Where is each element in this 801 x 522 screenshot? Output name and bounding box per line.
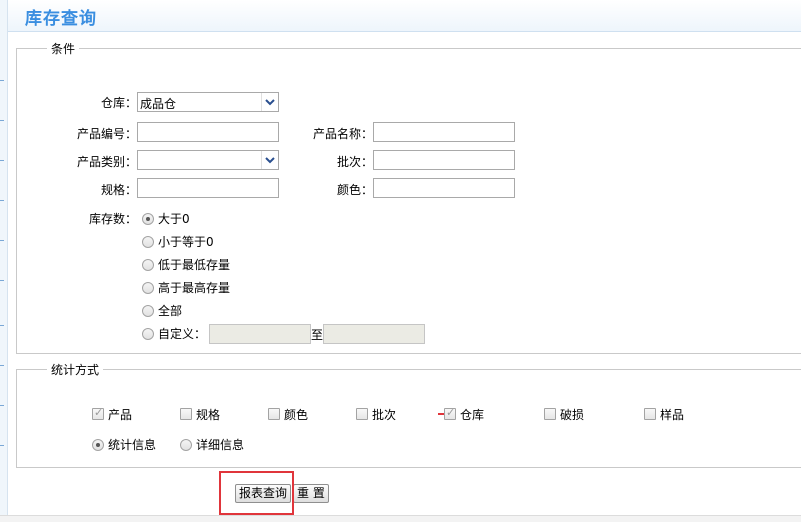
batch-input[interactable] [373,150,515,170]
stats-mode-summary-label: 统计信息 [108,438,157,452]
spec-input[interactable] [137,178,279,198]
stats-legend: 统计方式 [51,363,100,377]
stats-check-batch[interactable] [356,408,368,420]
reset-button[interactable]: 重 置 [293,484,329,503]
product-category-select[interactable] [137,150,279,170]
highlight-box [219,471,294,515]
stock-radio-le0-label: 小于等于0 [158,235,214,249]
batch-label: 批次： [336,155,373,169]
stats-check-product[interactable] [92,406,104,420]
stats-mode-summary-radio[interactable] [92,439,104,451]
stock-radio-all-label: 全部 [158,304,183,318]
stock-radio-custom-label: 自定义： [158,327,207,341]
stock-radio-gt0-label: 大于0 [158,212,190,226]
stats-mode-detail-label: 详细信息 [196,438,245,452]
chevron-down-icon [261,93,278,111]
stats-check-sample-label: 样品 [660,408,685,422]
stats-check-batch-label: 批次 [372,408,397,422]
stock-radio-all[interactable] [142,305,154,317]
spec-label: 规格： [100,183,137,197]
custom-to-label: 至 [311,328,324,342]
custom-to-input[interactable] [323,324,425,344]
stock-radio-below-min[interactable] [142,259,154,271]
warehouse-label: 仓库： [100,96,137,110]
stats-check-product-label: 产品 [108,408,133,422]
stock-qty-label: 库存数： [88,212,137,226]
warehouse-select[interactable]: 成品仓 [137,92,279,112]
stats-check-color-label: 颜色 [284,408,309,422]
product-code-input[interactable] [137,122,279,142]
conditions-legend: 条件 [51,42,76,56]
stock-radio-custom[interactable] [142,328,154,340]
product-code-label: 产品编号： [76,127,137,141]
stock-radio-le0[interactable] [142,236,154,248]
title-bar: 库存查询 [8,0,801,32]
stock-radio-gt0[interactable] [142,213,154,225]
stock-radio-above-max[interactable] [142,282,154,294]
stats-check-warehouse[interactable] [444,406,456,420]
stats-check-color[interactable] [268,408,280,420]
stock-radio-below-min-label: 低于最低存量 [158,258,231,272]
stats-check-warehouse-label: 仓库 [460,408,485,422]
product-name-label: 产品名称： [312,127,373,141]
stats-check-spec[interactable] [180,408,192,420]
product-category-label: 产品类别： [76,155,137,169]
stats-check-damaged[interactable] [544,408,556,420]
color-label: 颜色： [336,183,373,197]
bottom-status-strip [0,515,801,522]
chevron-down-icon [261,151,278,169]
product-name-input[interactable] [373,122,515,142]
stats-check-sample[interactable] [644,408,656,420]
left-frame-strip [0,0,8,522]
stats-mode-detail-radio[interactable] [180,439,192,451]
color-input[interactable] [373,178,515,198]
custom-from-input[interactable] [209,324,311,344]
page-title: 库存查询 [25,9,97,29]
stock-radio-above-max-label: 高于最高存量 [158,281,231,295]
stats-check-spec-label: 规格 [196,408,221,422]
stats-check-damaged-label: 破损 [560,408,585,422]
warehouse-select-value: 成品仓 [140,97,177,111]
